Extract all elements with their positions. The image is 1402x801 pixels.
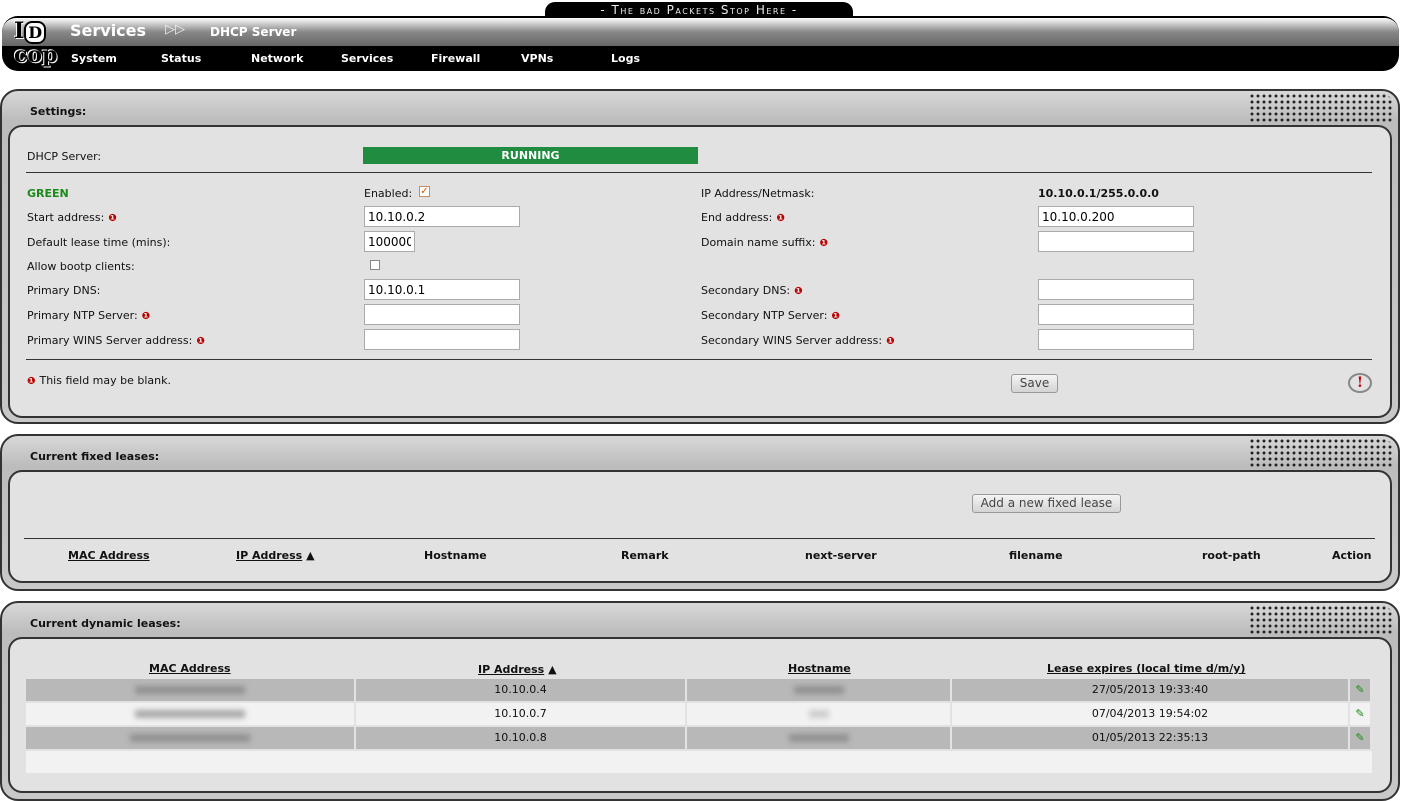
lease-time-input[interactable] [364,231,415,252]
hostname-cell [687,703,952,725]
domain-suffix-label: Domain name suffix: ❶ [701,236,828,249]
nav-system[interactable]: System [71,52,117,65]
add-fixed-lease-icon[interactable]: ✎ [1350,727,1372,749]
secondary-ntp-input[interactable] [1038,304,1194,325]
primary-dns-label: Primary DNS: [27,284,101,297]
add-fixed-lease-button[interactable]: Add a new fixed lease [972,494,1121,513]
ip-netmask-value: 10.10.0.1/255.0.0.0 [1038,187,1159,200]
col-filename: filename [1009,549,1063,562]
settings-title: Settings: [30,105,87,118]
bootp-label: Allow bootp clients: [27,260,135,273]
secondary-dns-input[interactable] [1038,279,1194,300]
expires-cell: 07/04/2013 19:54:02 [952,703,1350,725]
dots-decoration [1249,93,1394,123]
ipcop-logo[interactable]: I Dcop [14,20,62,68]
fixed-leases-panel: Current fixed leases: [0,434,1400,591]
status-badge: RUNNING [363,147,698,164]
dyn-col-mac[interactable]: MAC Address [149,662,231,675]
col-remark: Remark [621,549,669,562]
nav-status[interactable]: Status [161,52,201,65]
nav-services[interactable]: Services [341,52,393,65]
nav-vpns[interactable]: VPNs [521,52,553,65]
lease-row: 10.10.0.7 07/04/2013 19:54:02 ✎ [26,703,1372,725]
ip-cell: 10.10.0.4 [356,679,687,701]
add-fixed-lease-icon[interactable]: ✎ [1350,679,1372,701]
info-icon[interactable]: ! [1348,373,1372,393]
secondary-dns-label: Secondary DNS: ❶ [701,284,803,297]
start-address-input[interactable] [364,206,520,227]
domain-suffix-input[interactable] [1038,231,1194,252]
col-hostname: Hostname [424,549,487,562]
enabled-checkbox[interactable]: ✓ [419,186,430,197]
enabled-label: Enabled: [364,187,413,200]
col-action: Action [1332,549,1372,562]
mac-cell [26,679,356,701]
nav-logs[interactable]: Logs [611,52,640,65]
bootp-checkbox[interactable] [370,260,380,270]
header: I Dcop Services ▷▷ DHCP Server System Sta… [2,16,1399,71]
ip-netmask-label: IP Address/Netmask: [701,187,815,200]
save-button[interactable]: Save [1011,374,1058,393]
dyn-col-ip[interactable]: IP Address ▲ [478,663,557,676]
breadcrumb-arrow-icon: ▷▷ [165,22,185,37]
end-address-label: End address: ❶ [701,211,785,224]
ip-cell: 10.10.0.8 [356,727,687,749]
primary-wins-input[interactable] [364,329,520,350]
dhcp-server-label: DHCP Server: [27,150,102,163]
primary-ntp-label: Primary NTP Server: ❶ [27,309,151,322]
interface-label: GREEN [27,187,69,200]
lease-row: 10.10.0.4 27/05/2013 19:33:40 ✎ [26,679,1372,701]
start-address-label: Start address: ❶ [27,211,117,224]
hostname-cell [687,727,952,749]
dyn-col-expires[interactable]: Lease expires (local time d/m/y) [1047,662,1245,675]
lease-row: 10.10.0.8 01/05/2013 22:35:13 ✎ [26,727,1372,749]
nav-firewall[interactable]: Firewall [431,52,480,65]
page-title: DHCP Server [210,25,297,39]
expires-cell: 01/05/2013 22:35:13 [952,727,1350,749]
primary-ntp-input[interactable] [364,304,520,325]
lease-row-partial [26,751,1372,773]
primary-wins-label: Primary WINS Server address: ❶ [27,334,205,347]
ip-cell: 10.10.0.7 [356,703,687,725]
hostname-cell [687,679,952,701]
mac-cell [26,703,356,725]
nav-network[interactable]: Network [251,52,303,65]
end-address-input[interactable] [1038,206,1194,227]
col-next-server: next-server [805,549,877,562]
col-mac-address[interactable]: MAC Address [68,549,150,562]
fixed-leases-title: Current fixed leases: [30,450,160,463]
secondary-wins-label: Secondary WINS Server address: ❶ [701,334,895,347]
dynamic-leases-title: Current dynamic leases: [30,617,181,630]
section-title: Services [70,21,147,40]
secondary-ntp-label: Secondary NTP Server: ❶ [701,309,840,322]
primary-dns-input[interactable] [364,279,520,300]
dyn-col-hostname[interactable]: Hostname [788,662,851,675]
blank-note: ❶ This field may be blank. [27,374,172,387]
col-ip-address[interactable]: IP Address ▲ [236,549,315,562]
col-root-path: root-path [1202,549,1261,562]
expires-cell: 27/05/2013 19:33:40 [952,679,1350,701]
secondary-wins-input[interactable] [1038,329,1194,350]
add-fixed-lease-icon[interactable]: ✎ [1350,703,1372,725]
settings-panel: Settings: [0,89,1400,424]
mac-cell [26,727,356,749]
lease-time-label: Default lease time (mins): [27,236,171,249]
